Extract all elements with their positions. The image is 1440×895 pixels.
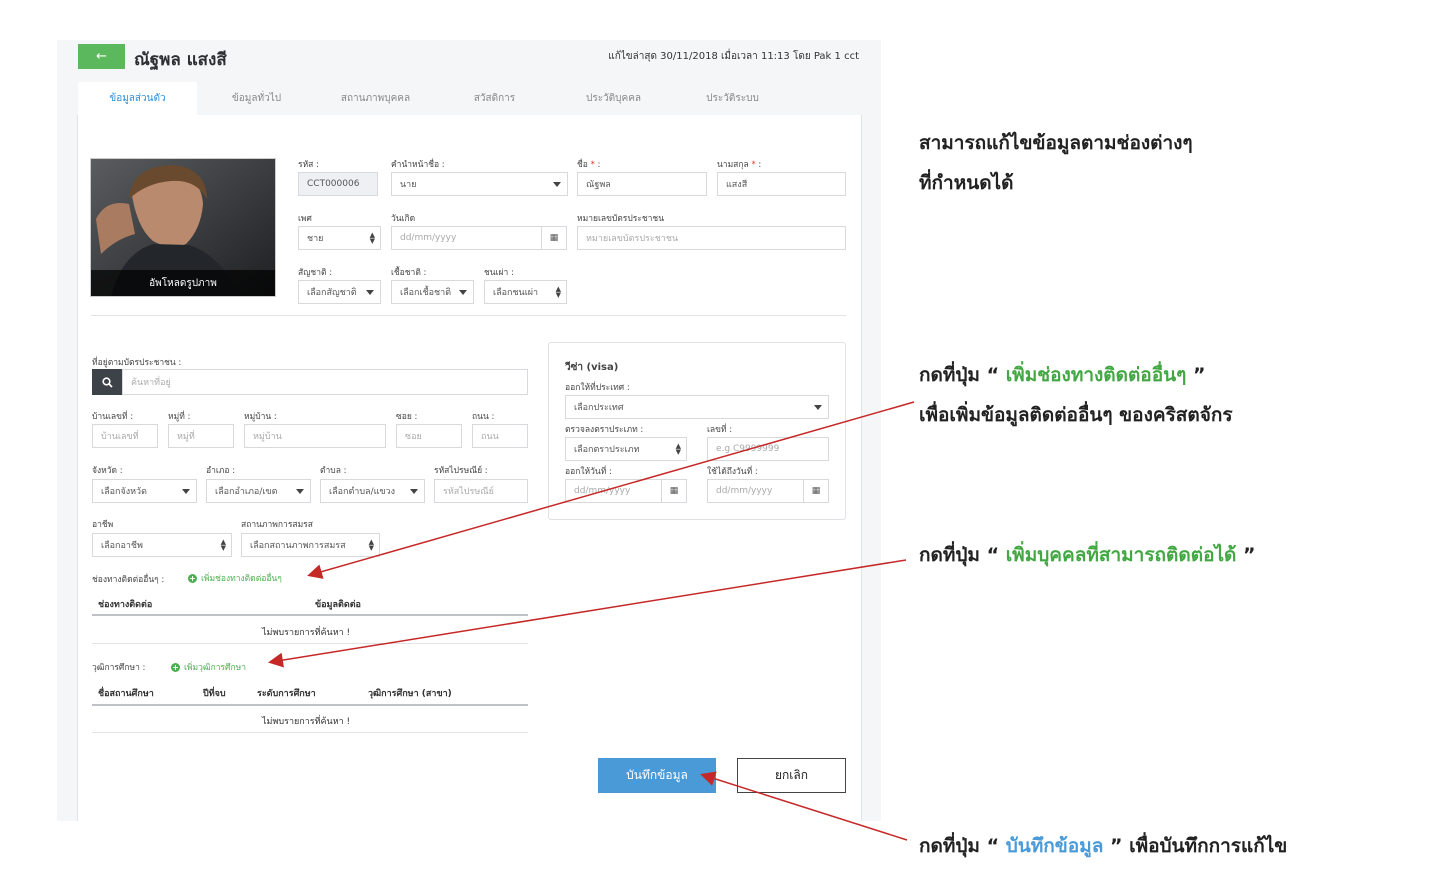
person-note: กดที่ปุ่ม “ เพิ่มบุคคลที่สามารถติดต่อได้… [919,544,1256,566]
edit-note-line2: ที่กำหนดได้ [919,172,1014,194]
save-annotation-arrow [700,771,908,841]
contact-annotation-arrow [307,401,915,579]
person-annotation-arrow [268,559,907,668]
edit-note-line1: สามารถแก้ไขข้อมูลตามช่องต่างๆ [919,132,1193,154]
save-note: กดที่ปุ่ม “ บันทึกข้อมูล ” เพื่อบันทึกกา… [919,835,1288,857]
contact-note-line1: กดที่ปุ่ม “ เพิ่มช่องทางติดต่ออื่นๆ ” [919,364,1206,386]
annotation-arrows [268,401,915,841]
contact-note-line2: เพื่อเพิ่มข้อมูลติดต่ออื่นๆ ของคริสตจักร [919,404,1233,426]
